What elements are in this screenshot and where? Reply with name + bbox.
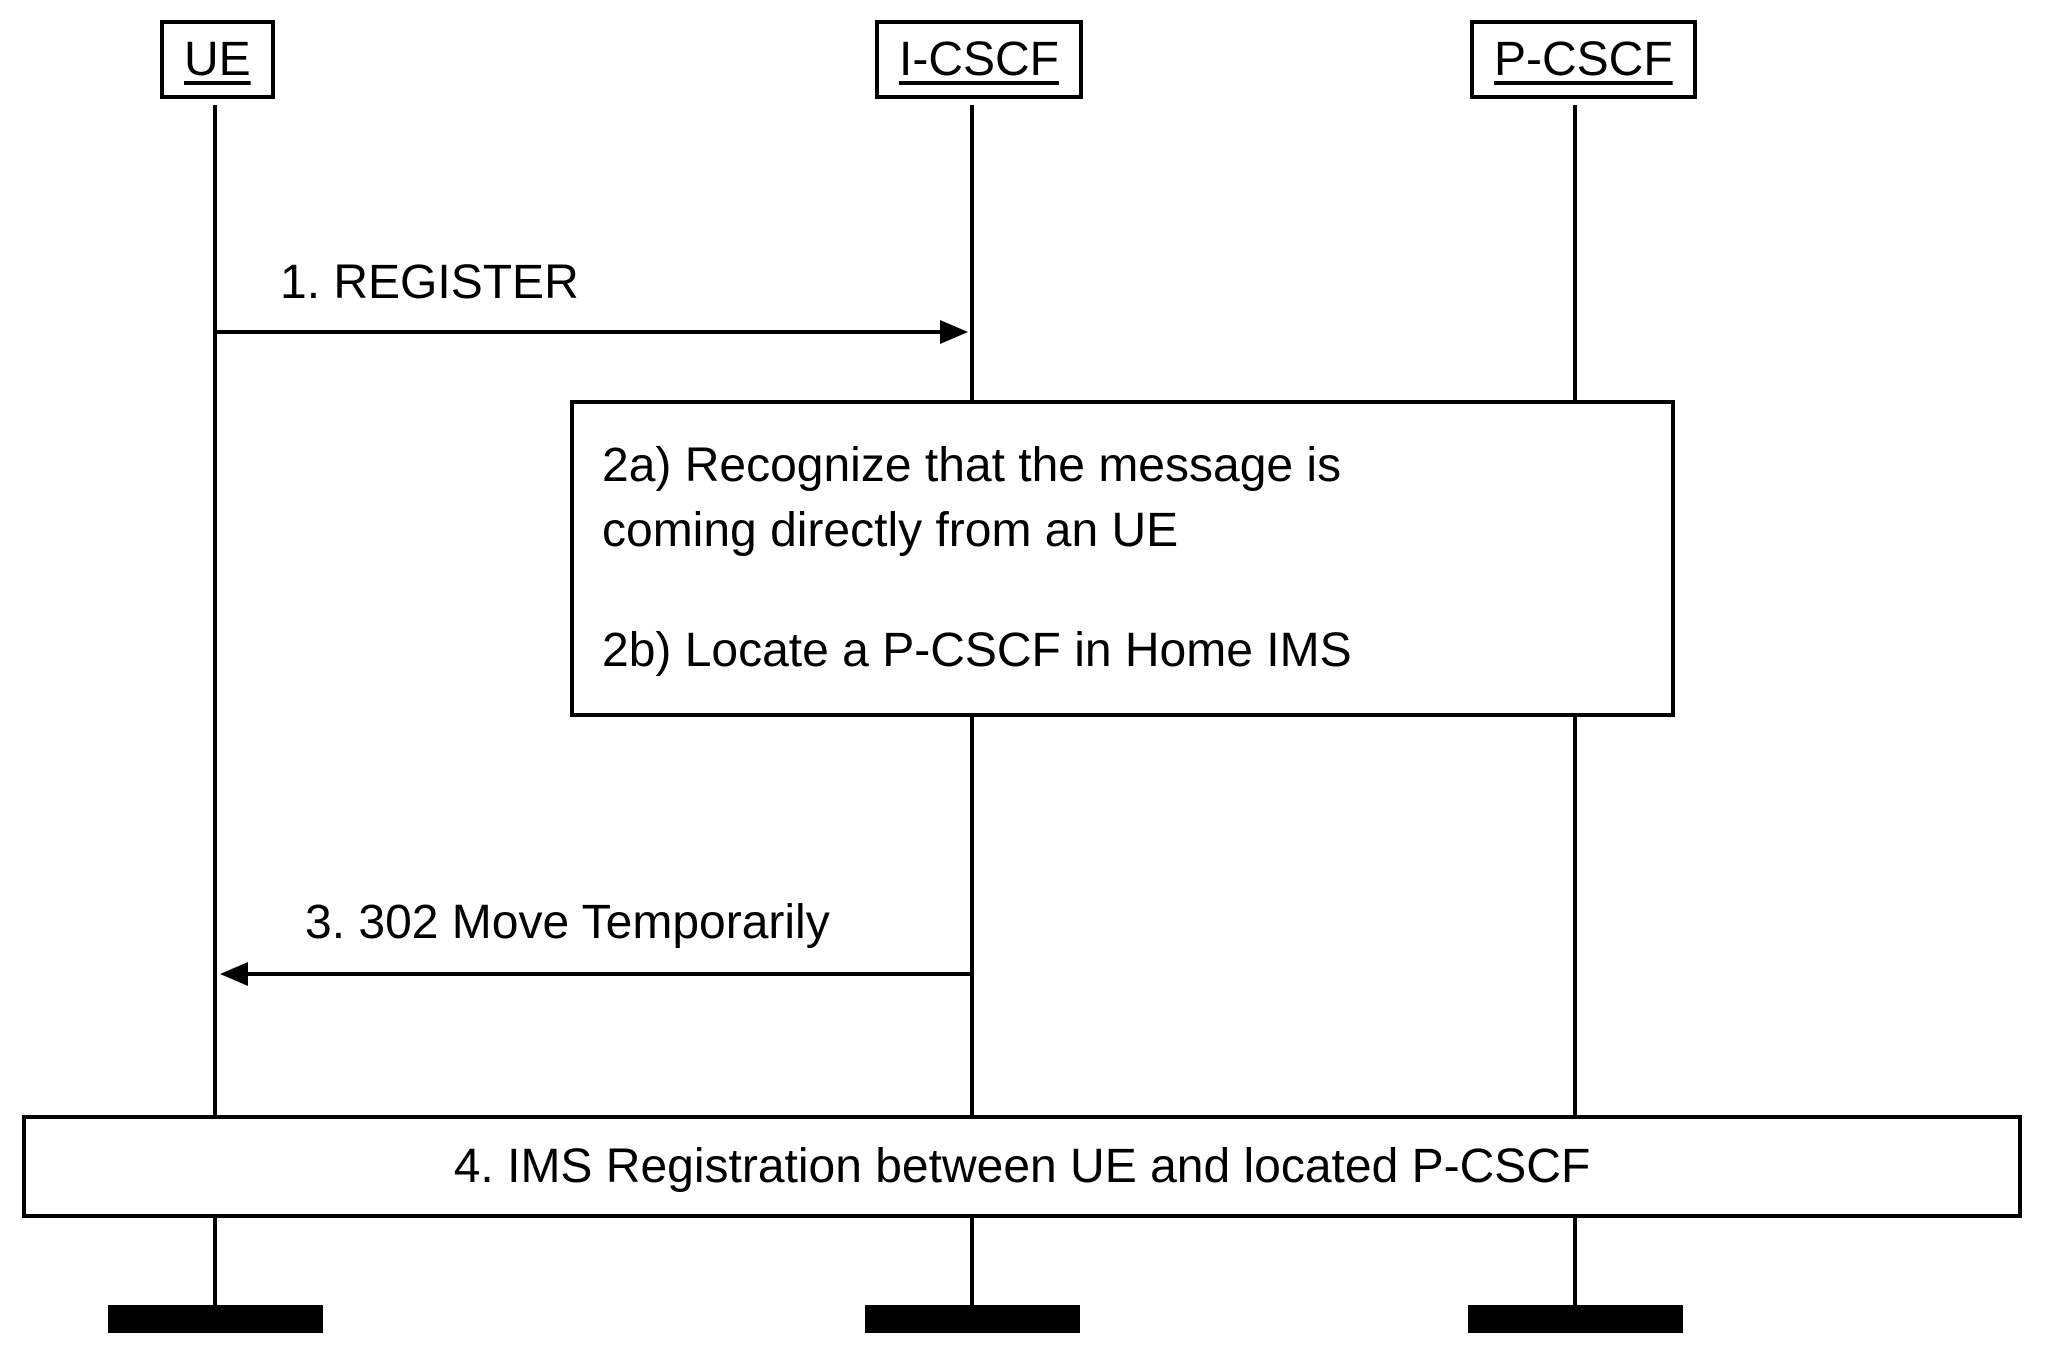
note-line-2a-part2: coming directly from an UE <box>602 499 1643 564</box>
step4-box: 4. IMS Registration between UE and locat… <box>22 1115 2022 1218</box>
note-spacer <box>602 564 1643 619</box>
message-302-arrow <box>247 972 974 976</box>
step4-label: 4. IMS Registration between UE and locat… <box>454 1140 1591 1193</box>
note-line-2b: 2b) Locate a P-CSCF in Home IMS <box>602 619 1643 684</box>
message-register-arrow <box>217 330 942 334</box>
actor-icscf: I-CSCF <box>875 20 1083 99</box>
message-302-label: 3. 302 Move Temporarily <box>305 895 830 950</box>
actor-ue-label: UE <box>184 33 251 86</box>
ground-bar-pcscf <box>1468 1305 1683 1333</box>
ground-bar-icscf <box>865 1305 1080 1333</box>
ground-bar-ue <box>108 1305 323 1333</box>
message-302-arrowhead <box>220 962 248 986</box>
message-register-label: 1. REGISTER <box>280 255 579 310</box>
note-line-2a-part1: 2a) Recognize that the message is <box>602 434 1643 499</box>
actor-icscf-label: I-CSCF <box>899 33 1059 86</box>
sequence-diagram: UE I-CSCF P-CSCF 1. REGISTER 2a) Recogni… <box>0 0 2068 1363</box>
actor-pcscf: P-CSCF <box>1470 20 1697 99</box>
actor-pcscf-label: P-CSCF <box>1494 33 1673 86</box>
message-register-arrowhead <box>940 320 968 344</box>
note-step2: 2a) Recognize that the message is coming… <box>570 400 1675 717</box>
actor-ue: UE <box>160 20 275 99</box>
